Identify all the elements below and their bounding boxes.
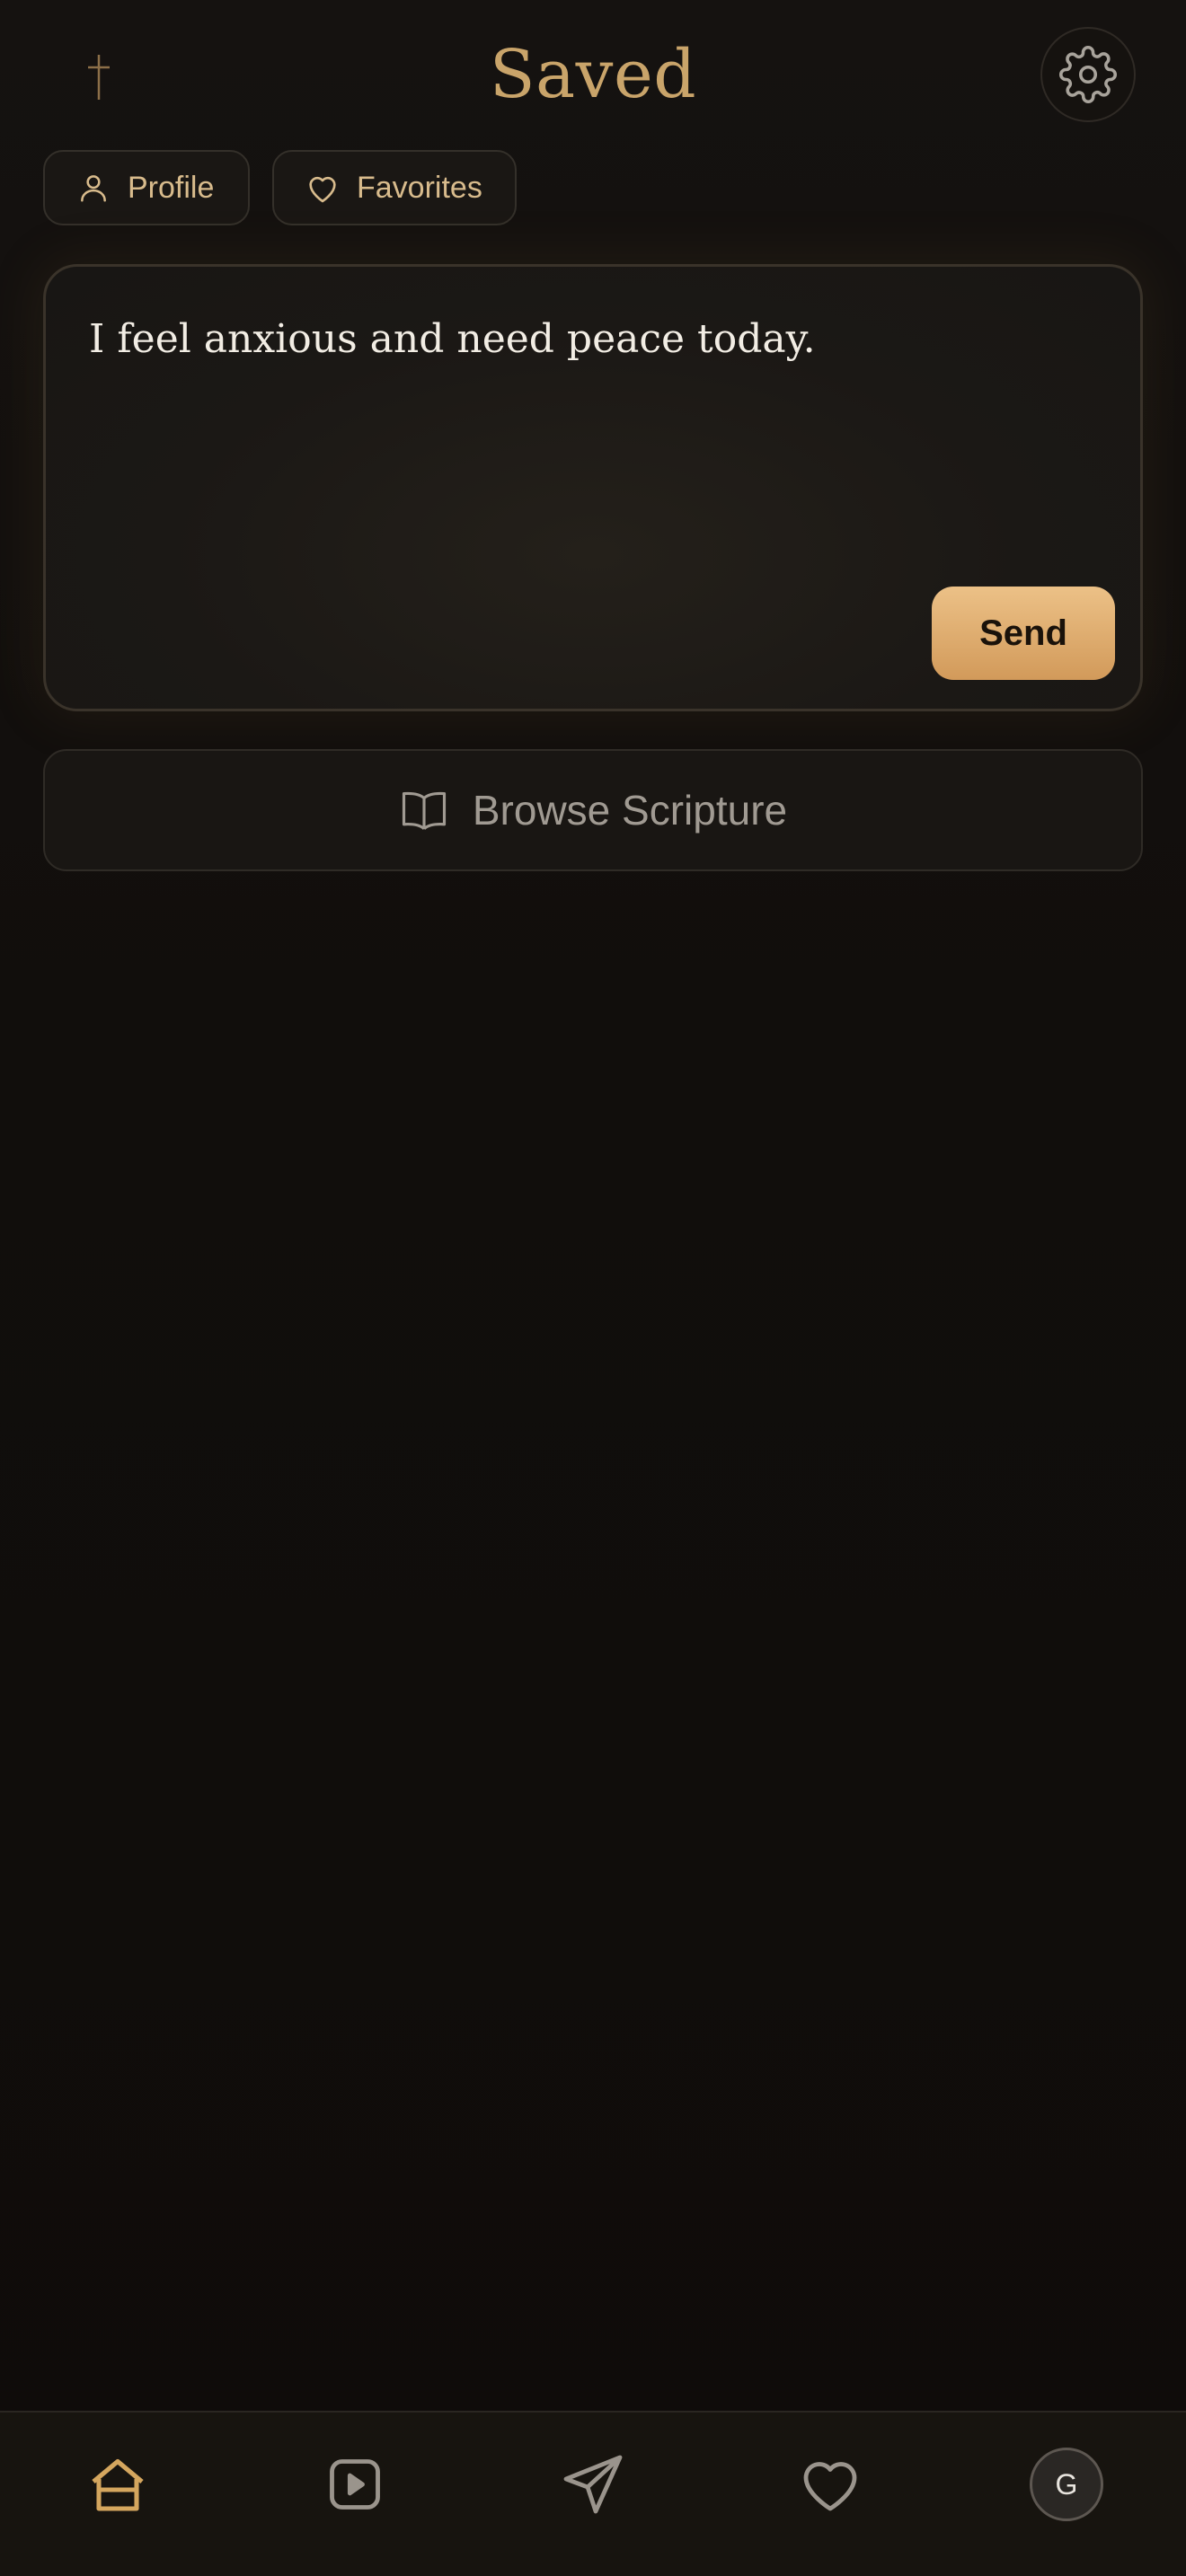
page-title: Saved [489, 36, 697, 113]
paper-plane-icon [563, 2455, 623, 2514]
prayer-input-card[interactable]: I feel anxious and need peace today. Sen… [43, 264, 1143, 711]
heart-icon [803, 2462, 857, 2511]
home-icon [92, 2458, 144, 2511]
profile-chip-label: Profile [128, 170, 215, 205]
person-icon [75, 170, 111, 206]
open-book-icon [399, 785, 449, 835]
favorites-chip[interactable]: Favorites [272, 150, 517, 225]
header: Saved [0, 0, 1186, 153]
browse-scripture-label: Browse Scripture [472, 787, 788, 834]
play-icon [330, 2459, 380, 2510]
prayer-input-text[interactable]: I feel anxious and need peace today. [89, 316, 816, 362]
nav-videos[interactable] [310, 2439, 400, 2529]
heart-icon [305, 170, 341, 206]
browse-scripture-button[interactable]: Browse Scripture [43, 749, 1143, 871]
nav-share[interactable] [548, 2439, 638, 2529]
avatar: G [1030, 2448, 1103, 2521]
bottom-nav: G [0, 2411, 1186, 2576]
send-button[interactable]: Send [932, 587, 1115, 680]
settings-button[interactable] [1040, 27, 1136, 122]
favorites-chip-label: Favorites [357, 170, 482, 205]
gear-icon [1059, 46, 1117, 103]
nav-favorites[interactable] [785, 2439, 875, 2529]
profile-chip[interactable]: Profile [43, 150, 250, 225]
nav-home[interactable] [73, 2439, 163, 2529]
nav-profile[interactable]: G [1022, 2439, 1111, 2529]
